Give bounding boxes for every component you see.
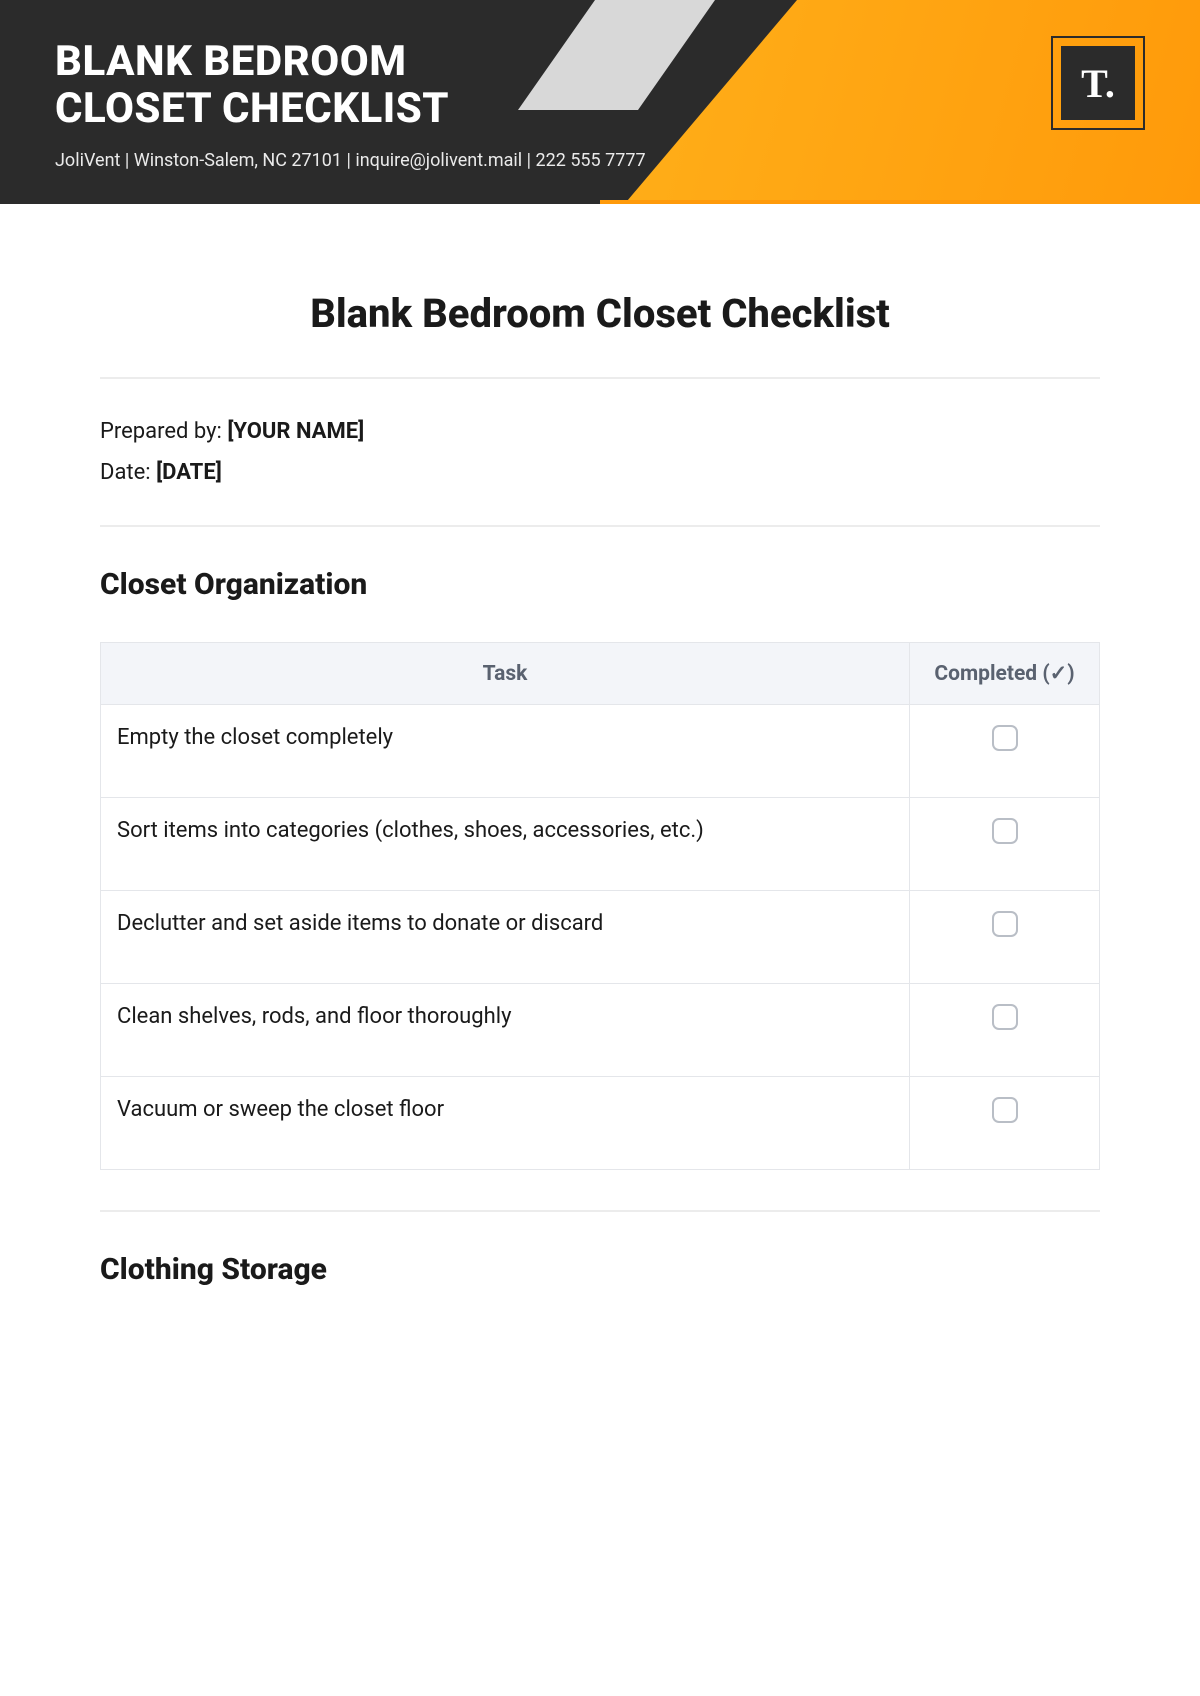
section-title: Closet Organization	[100, 567, 1100, 602]
prepared-by-value: [YOUR NAME]	[227, 419, 364, 444]
column-header-task: Task	[101, 643, 910, 705]
brand-logo: T.	[1051, 36, 1145, 130]
checkbox-icon[interactable]	[992, 725, 1018, 751]
table-row: Declutter and set aside items to donate …	[101, 891, 1100, 984]
table-row: Vacuum or sweep the closet floor	[101, 1077, 1100, 1170]
date-label: Date:	[100, 460, 156, 485]
task-cell: Empty the closet completely	[101, 705, 910, 798]
header-title-line2: CLOSET CHECKLIST	[55, 84, 449, 133]
table-row: Empty the closet completely	[101, 705, 1100, 798]
section-title: Clothing Storage	[100, 1252, 1100, 1287]
header-title-line1: BLANK BEDROOM	[55, 37, 406, 86]
task-cell: Sort items into categories (clothes, sho…	[101, 798, 910, 891]
divider	[100, 525, 1100, 527]
document-header: BLANK BEDROOM CLOSET CHECKLIST JoliVent …	[0, 0, 1200, 200]
completed-cell	[910, 798, 1100, 891]
task-cell: Vacuum or sweep the closet floor	[101, 1077, 910, 1170]
task-cell: Declutter and set aside items to donate …	[101, 891, 910, 984]
prepared-by-row: Prepared by: [YOUR NAME]	[100, 419, 1100, 444]
date-row: Date: [DATE]	[100, 460, 1100, 485]
column-header-completed: Completed (✓)	[910, 643, 1100, 705]
checkbox-icon[interactable]	[992, 818, 1018, 844]
completed-cell	[910, 1077, 1100, 1170]
checkbox-icon[interactable]	[992, 911, 1018, 937]
completed-cell	[910, 891, 1100, 984]
brand-logo-text: T.	[1061, 46, 1135, 120]
header-title: BLANK BEDROOM CLOSET CHECKLIST	[55, 38, 646, 132]
divider	[100, 377, 1100, 379]
table-row: Clean shelves, rods, and floor thoroughl…	[101, 984, 1100, 1077]
date-value: [DATE]	[156, 460, 222, 485]
table-row: Sort items into categories (clothes, sho…	[101, 798, 1100, 891]
completed-cell	[910, 984, 1100, 1077]
header-underline	[0, 200, 1200, 204]
checkbox-icon[interactable]	[992, 1097, 1018, 1123]
page-title: Blank Bedroom Closet Checklist	[100, 290, 1100, 337]
checkbox-icon[interactable]	[992, 1004, 1018, 1030]
task-table: Task Completed (✓) Empty the closet comp…	[100, 642, 1100, 1170]
header-title-block: BLANK BEDROOM CLOSET CHECKLIST JoliVent …	[55, 38, 646, 171]
prepared-by-label: Prepared by:	[100, 419, 227, 444]
task-cell: Clean shelves, rods, and floor thoroughl…	[101, 984, 910, 1077]
document-body: Blank Bedroom Closet Checklist Prepared …	[0, 200, 1200, 1287]
divider	[100, 1210, 1100, 1212]
completed-cell	[910, 705, 1100, 798]
header-contact-line: JoliVent | Winston-Salem, NC 27101 | inq…	[55, 150, 646, 171]
